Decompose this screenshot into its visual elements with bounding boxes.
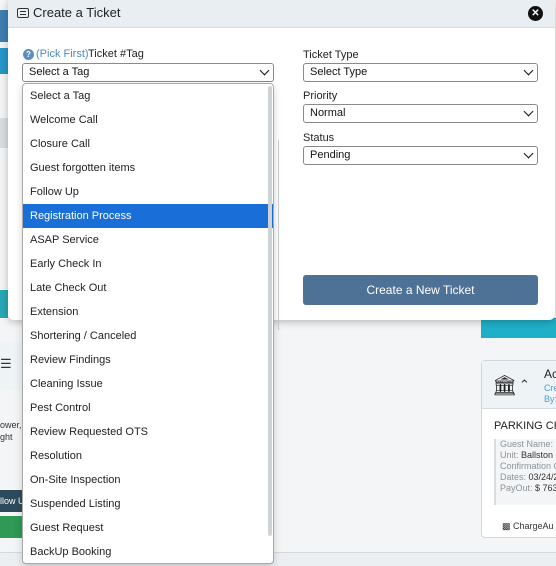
dropdown-option[interactable]: Guest Request <box>23 516 273 540</box>
ticket-tag-label: Ticket #Tag <box>88 48 144 60</box>
dates-value: 03/24/2 <box>528 472 556 482</box>
bg-card-created: Cre <box>544 383 556 393</box>
modal-header: Create a Ticket ✕ <box>8 0 555 28</box>
dates-label: Dates: <box>500 472 527 482</box>
bg-card-header: 🏛 ⌃ Ac Cre By: <box>482 361 556 409</box>
dropdown-option[interactable]: Early Check In <box>23 252 273 276</box>
modal-title: Create a Ticket <box>33 5 121 20</box>
dropdown-option[interactable]: Closure Call <box>23 132 273 156</box>
bg-charge-item: ▩ ChargeAu <box>502 521 554 532</box>
dropdown-option[interactable]: Extension <box>23 300 273 324</box>
ticket-type-select[interactable]: Select Type <box>303 63 538 82</box>
status-select-value: Pending <box>310 149 351 161</box>
ticket-type-label: Ticket Type <box>303 49 359 61</box>
chevron-down-icon <box>523 148 534 159</box>
bg-activity-card: 🏛 ⌃ Ac Cre By: PARKING CHA Guest Name: S… <box>481 360 556 538</box>
ticket-tag-select-value: Select a Tag <box>29 66 90 78</box>
bg-list-icon: ☰ <box>0 356 12 371</box>
bg-left-panel-strip <box>0 118 8 148</box>
bg-charge-label: ChargeAu <box>513 521 554 531</box>
priority-select[interactable]: Normal <box>303 104 538 123</box>
status-select[interactable]: Pending <box>303 146 538 165</box>
dropdown-option[interactable]: Pest Control <box>23 396 273 420</box>
dropdown-option[interactable]: ASAP Service <box>23 228 273 252</box>
dropdown-option[interactable]: Resolution <box>23 444 273 468</box>
guest-name-label: Guest Name: <box>500 439 554 449</box>
chevron-down-icon <box>523 65 534 76</box>
bank-icon: 🏛 <box>492 375 518 397</box>
payout-label: PayOut: <box>500 483 533 493</box>
card-icon: ▩ <box>502 521 511 531</box>
bg-left-header-strip <box>0 10 8 42</box>
ticket-type-select-value: Select Type <box>310 66 368 78</box>
bg-left-accent-strip <box>0 290 8 318</box>
chevron-down-icon <box>523 106 534 117</box>
close-icon[interactable]: ✕ <box>528 6 543 21</box>
dropdown-option[interactable]: Select a Tag <box>23 84 273 108</box>
help-icon[interactable]: ? <box>23 49 34 60</box>
bg-left-text: ght <box>0 432 13 442</box>
priority-select-value: Normal <box>310 107 346 119</box>
dropdown-option[interactable]: Late Check Out <box>23 276 273 300</box>
pick-first-hint: (Pick First) <box>36 48 89 60</box>
bg-card-by: By: <box>544 394 556 404</box>
bg-parking-title: PARKING CHA <box>494 420 556 432</box>
ticket-tag-dropdown-list[interactable]: Select a Tag Welcome Call Closure Call Gues… <box>22 83 274 564</box>
unit-value: Ballston 2 <box>521 450 556 460</box>
bg-booking-details: Guest Name: S Unit: Ballston 2 Confirmat… <box>494 439 556 505</box>
bg-left-text: ower, <box>0 420 22 430</box>
dropdown-option[interactable]: Shortering / Canceled <box>23 324 273 348</box>
create-ticket-button[interactable]: Create a New Ticket <box>303 275 538 305</box>
status-label: Status <box>303 132 335 144</box>
dropdown-option[interactable]: Follow Up <box>23 180 273 204</box>
bg-left-tab-strip <box>0 48 8 74</box>
confirmation-label: Confirmation C <box>500 461 556 471</box>
chevron-down-icon <box>259 65 270 76</box>
dropdown-option[interactable]: Registration Process <box>23 204 273 228</box>
dropdown-option[interactable]: Welcome Call <box>23 108 273 132</box>
dropdown-option[interactable]: Cleaning Issue <box>23 372 273 396</box>
dropdown-option[interactable]: BackUp Booking <box>23 540 273 563</box>
dropdown-option[interactable]: Guest forgotten items <box>23 156 273 180</box>
dropdown-option[interactable]: Review Findings <box>23 348 273 372</box>
dropdown-options: Select a Tag Welcome Call Closure Call Gues… <box>23 84 273 563</box>
bg-right-accent-strip <box>481 318 556 338</box>
bg-card-title: Ac <box>544 367 556 381</box>
priority-label: Priority <box>303 90 338 102</box>
dropdown-option[interactable]: Suspended Listing <box>23 492 273 516</box>
dropdown-option[interactable]: Review Requested OTS <box>23 420 273 444</box>
ticket-icon <box>17 8 29 18</box>
payout-value: $ 763. <box>535 483 556 493</box>
ticket-tag-select[interactable]: Select a Tag <box>22 63 274 82</box>
unit-label: Unit: <box>500 450 519 460</box>
dropdown-option[interactable]: On-Site Inspection <box>23 468 273 492</box>
chevron-up-icon[interactable]: ⌃ <box>519 377 530 393</box>
dropdown-scrollbar[interactable] <box>268 86 272 536</box>
